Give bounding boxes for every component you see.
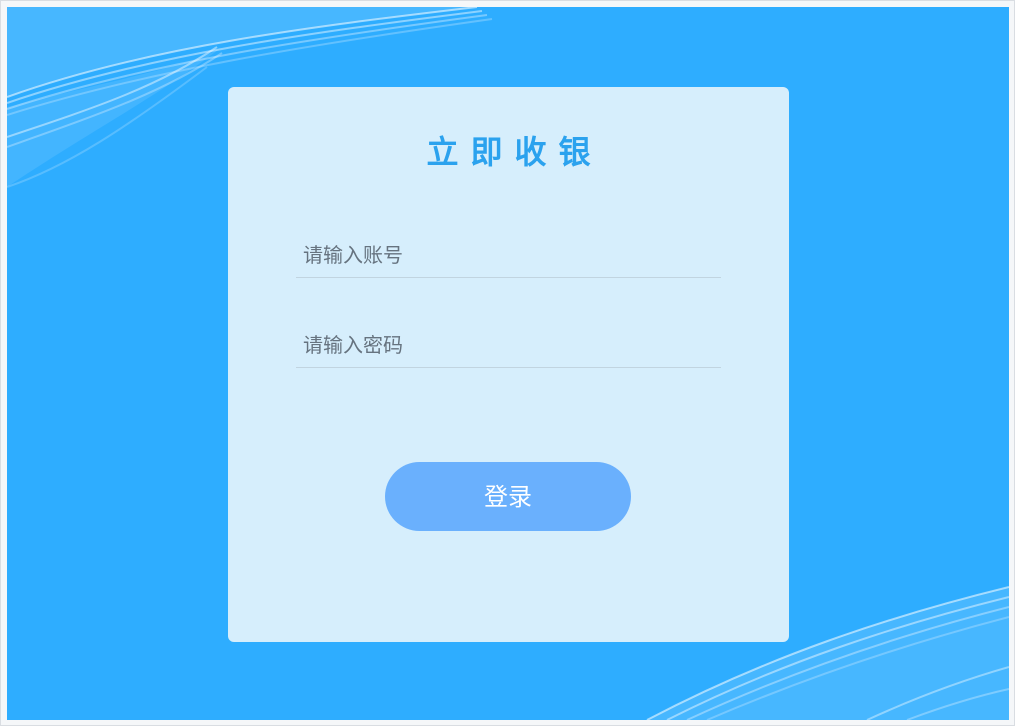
login-background: 立即收银 登录 (7, 7, 1009, 720)
window-frame: 立即收银 登录 (0, 0, 1015, 726)
account-input[interactable] (296, 233, 721, 277)
account-field (296, 233, 721, 278)
login-button[interactable]: 登录 (385, 462, 631, 531)
login-title: 立即收银 (426, 133, 603, 171)
password-input[interactable] (296, 323, 721, 367)
password-field (296, 323, 721, 368)
login-card: 立即收银 登录 (228, 87, 789, 642)
